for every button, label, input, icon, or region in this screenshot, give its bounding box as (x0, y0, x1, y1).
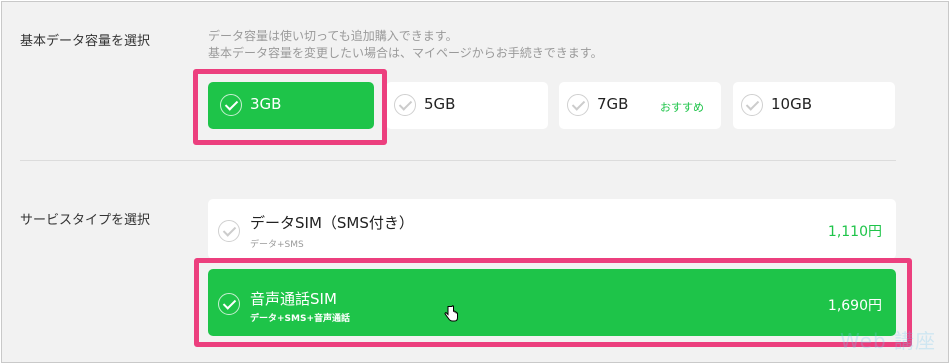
watermark-text: Web 講座 (840, 329, 936, 353)
data-capacity-note-1: データ容量は使い切っても追加購入できます。 (208, 29, 458, 43)
check-circle-icon (394, 94, 416, 116)
check-circle-icon (218, 293, 240, 315)
check-circle-icon (218, 220, 240, 242)
recommend-badge: おすすめ (660, 101, 704, 114)
hand-cursor-icon (444, 305, 458, 322)
plan-option-10gb[interactable]: 10GB (733, 82, 895, 129)
service-option-price: 1,690円 (827, 298, 882, 314)
plan-option-label: 7GB (597, 95, 629, 113)
plan-option-3gb[interactable]: 3GB (208, 82, 374, 129)
service-type-label: サービスタイプを選択 (20, 213, 151, 228)
check-circle-icon (220, 94, 242, 116)
plan-selection-panel: 基本データ容量を選択 データ容量は使い切っても追加購入できます。 基本データ容量… (1, 1, 949, 363)
check-circle-icon (741, 94, 763, 116)
data-capacity-note-2: 基本データ容量を変更したい場合は、マイページからお手続きできます。 (208, 46, 603, 60)
service-option-title: 音声通話SIM (250, 290, 337, 308)
plan-option-label: 5GB (424, 95, 456, 113)
service-option-data-sim[interactable]: データSIM（SMS付き） データ+SMS 1,110円 (208, 199, 896, 259)
plan-option-label: 3GB (250, 95, 282, 113)
section-divider (20, 160, 896, 161)
plan-option-label: 10GB (771, 95, 813, 113)
service-option-subtitle: データ+SMS+音声通話 (250, 314, 351, 324)
data-capacity-label: 基本データ容量を選択 (20, 34, 151, 49)
plan-option-7gb[interactable]: 7GB おすすめ (559, 82, 721, 129)
check-circle-icon (567, 94, 589, 116)
service-option-title: データSIM（SMS付き） (250, 214, 414, 232)
service-option-subtitle: データ+SMS (250, 240, 304, 250)
plan-option-5gb[interactable]: 5GB (386, 82, 548, 129)
service-option-voice-sim[interactable]: 音声通話SIM データ+SMS+音声通話 1,690円 (208, 269, 896, 336)
service-option-price: 1,110円 (827, 224, 882, 240)
